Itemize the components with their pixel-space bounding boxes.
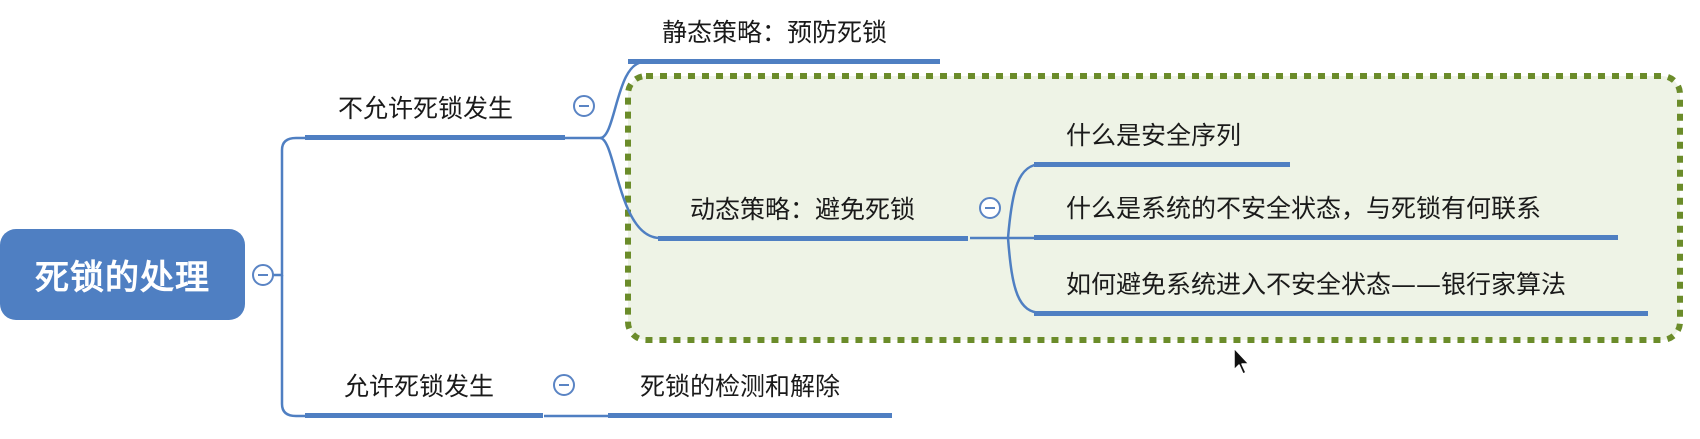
branch-node-underline [305,413,543,418]
branch-node-underline [305,135,565,140]
child-node-label[interactable]: 静态策略：预防死锁 [662,17,887,49]
child-node-label[interactable]: 动态策略：避免死锁 [690,194,915,226]
grandchild-node-label[interactable]: 什么是安全序列 [1066,120,1241,152]
collapse-icon-root[interactable] [252,264,274,286]
grandchild-node-label[interactable]: 如何避免系统进入不安全状态——银行家算法 [1066,269,1566,301]
collapse-icon-dynamic[interactable] [979,197,1001,219]
child-node-underline [628,59,940,64]
grandchild-node-label[interactable]: 什么是系统的不安全状态，与死锁有何联系 [1066,193,1541,225]
branch-node-label[interactable]: 不允许死锁发生 [338,93,513,125]
grandchild-node-underline [1034,235,1618,240]
connector-root-branch2 [280,275,308,418]
child-node-label[interactable]: 死锁的检测和解除 [640,371,840,403]
root-node-label: 死锁的处理 [35,258,210,298]
grandchild-node-underline [1034,311,1648,316]
collapse-icon-branch2[interactable] [553,374,575,396]
connector-root-branch1 [268,136,308,277]
grandchild-node-underline [1034,162,1290,167]
child-node-underline [658,236,968,241]
mindmap-canvas: 死锁的处理 不允许死锁发生 静态策略：预防死锁 动态策略：避免死锁 什么是安全序… [0,0,1700,439]
child-node-underline [608,413,892,418]
collapse-icon-branch1[interactable] [573,95,595,117]
mouse-cursor-icon [1233,347,1250,375]
branch-node-label[interactable]: 允许死锁发生 [344,371,494,403]
root-node[interactable]: 死锁的处理 [0,229,245,320]
